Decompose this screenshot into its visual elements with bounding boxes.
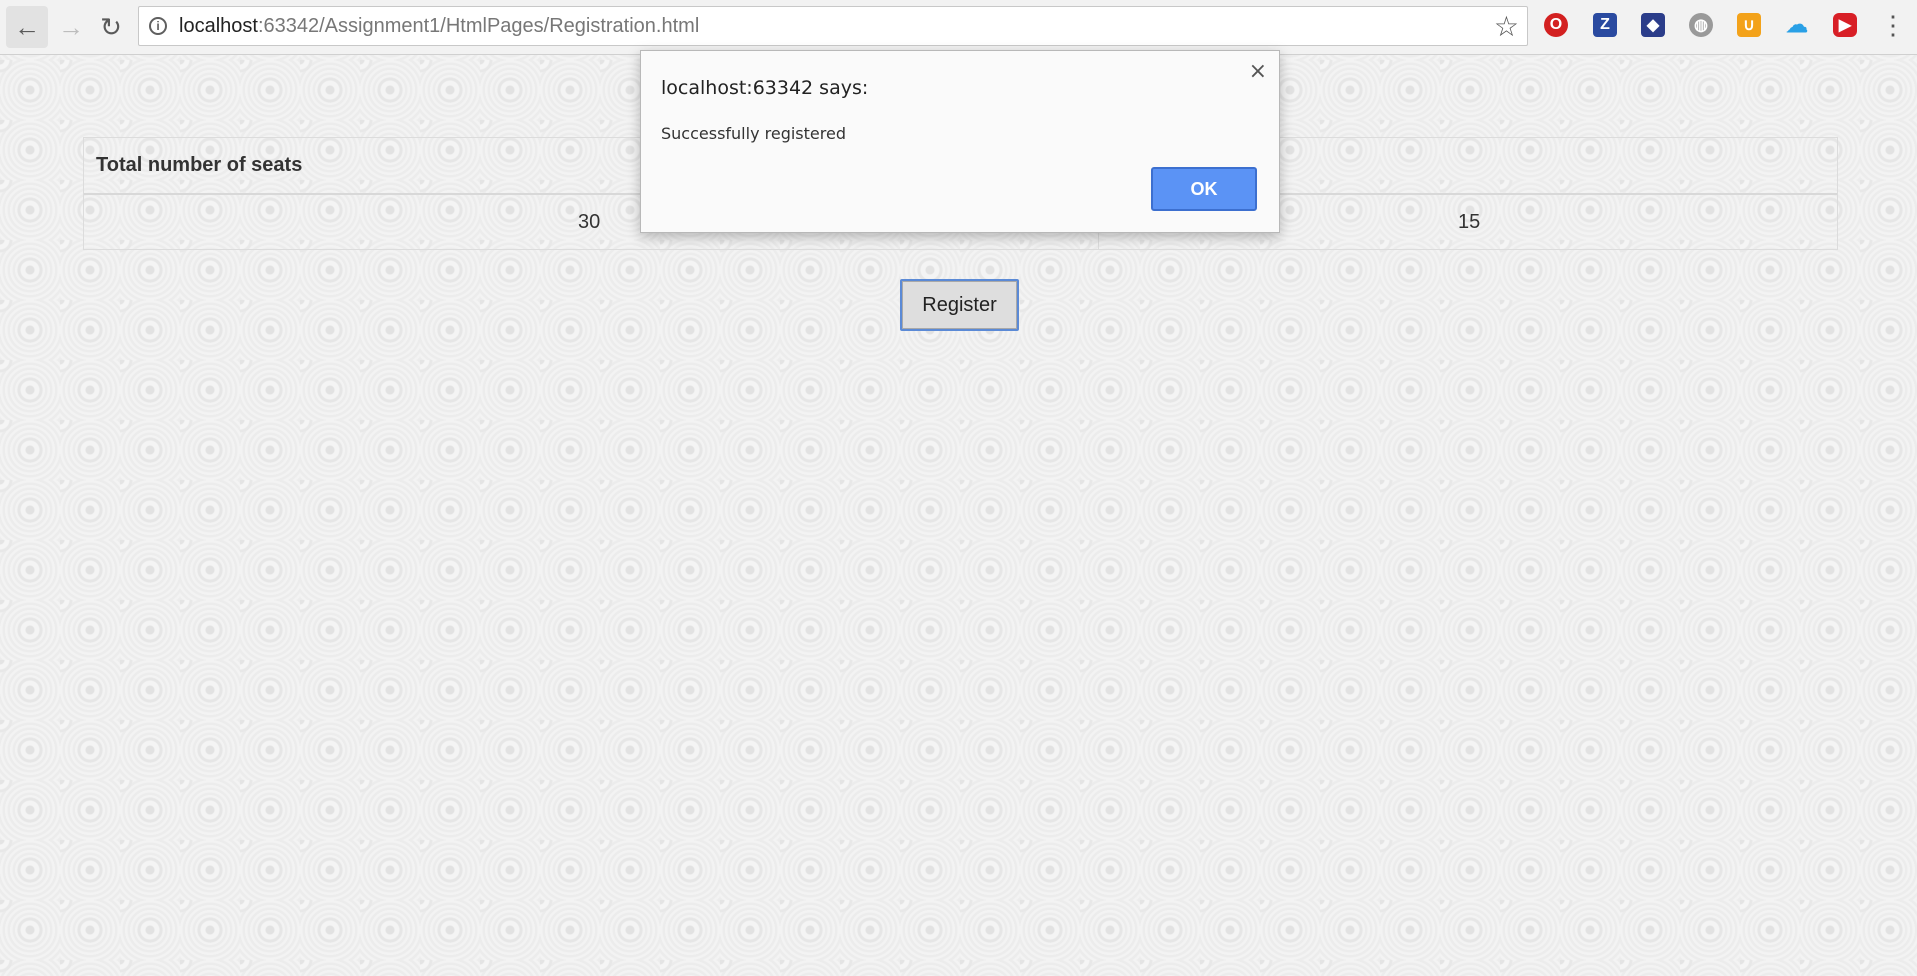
zotero-icon[interactable]: Z (1593, 13, 1617, 37)
globe-icon[interactable]: ◍ (1689, 13, 1713, 37)
back-button[interactable]: ← (6, 6, 48, 48)
alert-dialog: × localhost:63342 says: Successfully reg… (640, 50, 1280, 233)
alert-message: Successfully registered (661, 124, 846, 143)
seats-header: Total number of seats (96, 154, 303, 176)
total-seats-value: 30 (578, 211, 601, 233)
url-text[interactable]: localhost:63342/Assignment1/HtmlPages/Re… (179, 15, 699, 38)
cloud-icon[interactable]: ☁ (1785, 12, 1809, 37)
alert-title: localhost:63342 says: (661, 77, 869, 99)
register-button[interactable]: Register (900, 279, 1019, 331)
address-bar[interactable]: i localhost:63342/Assignment1/HtmlPages/… (138, 6, 1528, 46)
reload-button[interactable]: ↻ (90, 6, 132, 48)
forward-button[interactable]: → (50, 6, 92, 48)
ok-button[interactable]: OK (1151, 167, 1257, 211)
info-icon[interactable]: i (149, 17, 167, 35)
honey-icon[interactable]: ∪ (1737, 13, 1761, 37)
app-icon[interactable]: ◆ (1641, 13, 1665, 37)
opera-icon[interactable]: O (1544, 13, 1568, 37)
youtube-icon[interactable]: ▶ (1833, 13, 1857, 37)
bookmark-star-icon[interactable]: ☆ (1494, 10, 1519, 43)
browser-toolbar: ← → ↻ i localhost:63342/Assignment1/Html… (0, 0, 1917, 55)
available-seats-value: 15 (1458, 211, 1481, 233)
close-icon[interactable]: × (1249, 61, 1267, 83)
menu-icon[interactable]: ⋮ (1880, 10, 1906, 42)
